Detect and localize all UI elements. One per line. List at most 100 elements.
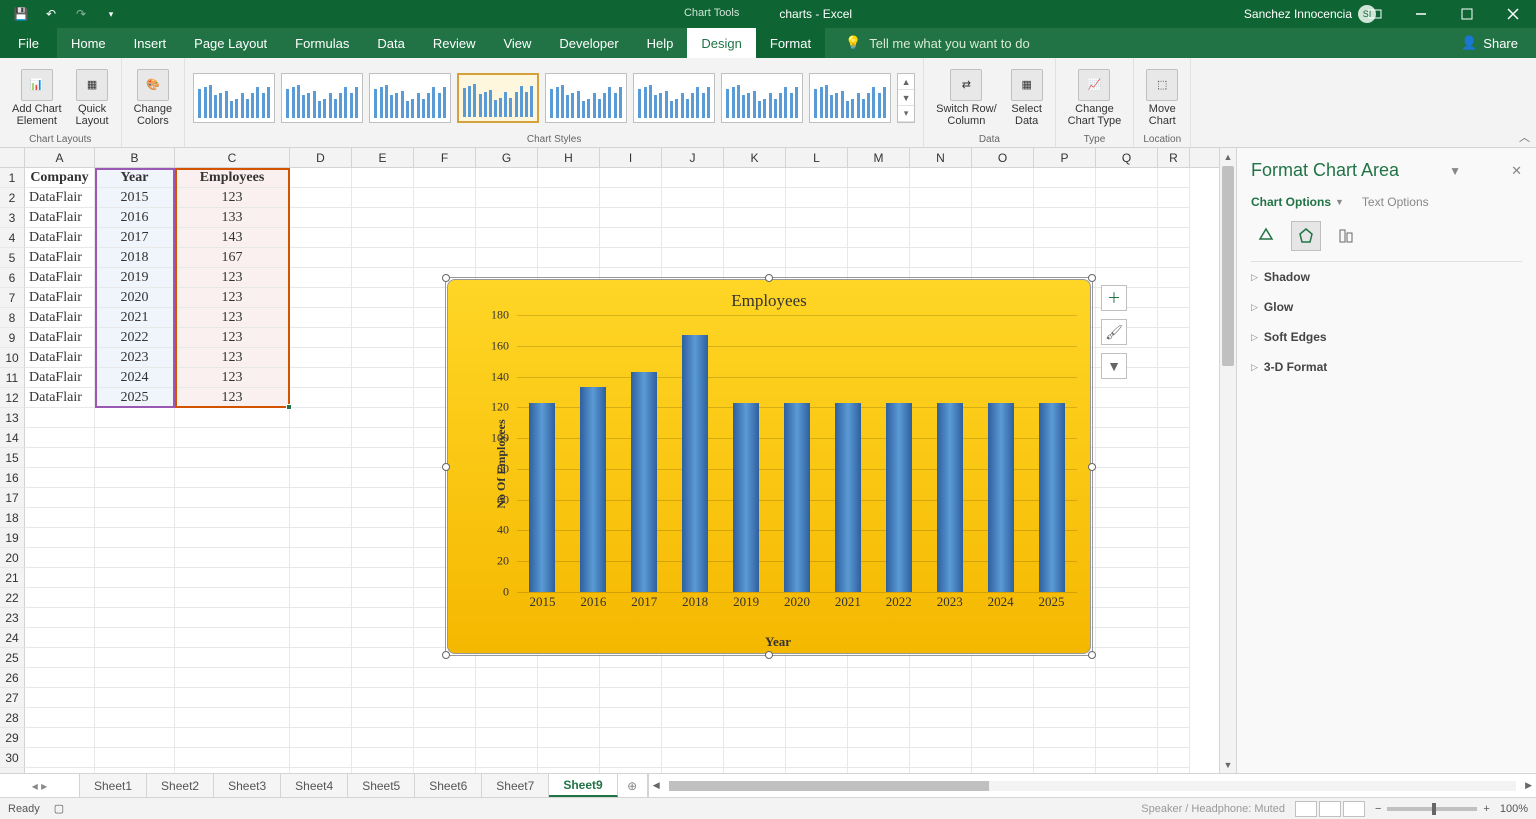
scroll-left-icon[interactable]: ◀ — [653, 780, 660, 791]
cell-B31[interactable] — [95, 768, 175, 773]
cell-R30[interactable] — [1158, 748, 1190, 768]
cell-C21[interactable] — [175, 568, 290, 588]
sheet-tab-sheet7[interactable]: Sheet7 — [482, 774, 549, 797]
cell-K28[interactable] — [724, 708, 786, 728]
sheet-tab-sheet5[interactable]: Sheet5 — [348, 774, 415, 797]
cell-D6[interactable] — [290, 268, 352, 288]
cell-B30[interactable] — [95, 748, 175, 768]
page-layout-view-button[interactable] — [1319, 801, 1341, 817]
cell-D24[interactable] — [290, 628, 352, 648]
cell-A5[interactable]: DataFlair — [25, 248, 95, 268]
cell-O28[interactable] — [972, 708, 1034, 728]
row-header-15[interactable]: 15 — [0, 448, 25, 468]
cell-C4[interactable]: 143 — [175, 228, 290, 248]
column-header-F[interactable]: F — [414, 148, 476, 167]
worksheet[interactable]: ABCDEFGHIJKLMNOPQR 1CompanyYearEmployees… — [0, 148, 1219, 773]
cell-J26[interactable] — [662, 668, 724, 688]
cell-M4[interactable] — [848, 228, 910, 248]
cell-C3[interactable]: 133 — [175, 208, 290, 228]
bar-2017[interactable] — [631, 372, 657, 592]
cell-I2[interactable] — [600, 188, 662, 208]
change-colors-button[interactable]: 🎨Change Colors — [130, 67, 177, 129]
cell-H27[interactable] — [538, 688, 600, 708]
cell-A20[interactable] — [25, 548, 95, 568]
cell-M5[interactable] — [848, 248, 910, 268]
cell-Q1[interactable] — [1096, 168, 1158, 188]
zoom-level[interactable]: 100% — [1500, 803, 1528, 815]
chart-style-4[interactable] — [457, 73, 539, 123]
cell-D29[interactable] — [290, 728, 352, 748]
cell-O1[interactable] — [972, 168, 1034, 188]
row-header-9[interactable]: 9 — [0, 328, 25, 348]
cell-M30[interactable] — [848, 748, 910, 768]
cell-G29[interactable] — [476, 728, 538, 748]
vertical-scrollbar[interactable]: ▲ ▼ — [1219, 148, 1236, 773]
cell-I28[interactable] — [600, 708, 662, 728]
cell-E30[interactable] — [352, 748, 414, 768]
cell-E15[interactable] — [352, 448, 414, 468]
cell-A31[interactable] — [25, 768, 95, 773]
row-header-6[interactable]: 6 — [0, 268, 25, 288]
cell-B5[interactable]: 2018 — [95, 248, 175, 268]
cell-D25[interactable] — [290, 648, 352, 668]
chart-style-2[interactable] — [281, 73, 363, 123]
chart-style-7[interactable] — [721, 73, 803, 123]
close-icon[interactable] — [1490, 0, 1536, 28]
cell-R31[interactable] — [1158, 768, 1190, 773]
cell-A15[interactable] — [25, 448, 95, 468]
cell-A3[interactable]: DataFlair — [25, 208, 95, 228]
cell-P30[interactable] — [1034, 748, 1096, 768]
cell-J4[interactable] — [662, 228, 724, 248]
x-axis[interactable]: 2015201620172018201920202021202220232024… — [517, 594, 1077, 612]
chart-styles-button[interactable]: 🖌 — [1101, 319, 1127, 345]
cell-P3[interactable] — [1034, 208, 1096, 228]
column-header-O[interactable]: O — [972, 148, 1034, 167]
soft-edges-section[interactable]: ▷Soft Edges — [1251, 322, 1522, 352]
bar-2024[interactable] — [988, 403, 1014, 592]
cell-Q29[interactable] — [1096, 728, 1158, 748]
size-properties-icon[interactable] — [1331, 221, 1361, 251]
y-axis[interactable]: 020406080100120140160180 — [479, 315, 513, 592]
quick-layout-button[interactable]: ▦Quick Layout — [72, 67, 113, 129]
cell-H26[interactable] — [538, 668, 600, 688]
cell-B7[interactable]: 2020 — [95, 288, 175, 308]
chart-style-1[interactable] — [193, 73, 275, 123]
cell-B16[interactable] — [95, 468, 175, 488]
cell-Q3[interactable] — [1096, 208, 1158, 228]
cell-M2[interactable] — [848, 188, 910, 208]
cell-N30[interactable] — [910, 748, 972, 768]
cell-O4[interactable] — [972, 228, 1034, 248]
tab-insert[interactable]: Insert — [120, 28, 181, 58]
cell-Q16[interactable] — [1096, 468, 1158, 488]
cell-M1[interactable] — [848, 168, 910, 188]
cell-R20[interactable] — [1158, 548, 1190, 568]
cell-D2[interactable] — [290, 188, 352, 208]
cell-B8[interactable]: 2021 — [95, 308, 175, 328]
cell-B11[interactable]: 2024 — [95, 368, 175, 388]
cell-I27[interactable] — [600, 688, 662, 708]
cell-N3[interactable] — [910, 208, 972, 228]
cell-R12[interactable] — [1158, 388, 1190, 408]
row-header-22[interactable]: 22 — [0, 588, 25, 608]
row-header-14[interactable]: 14 — [0, 428, 25, 448]
bar-2015[interactable] — [529, 403, 555, 592]
cell-D20[interactable] — [290, 548, 352, 568]
cell-G31[interactable] — [476, 768, 538, 773]
cell-P2[interactable] — [1034, 188, 1096, 208]
cell-B1[interactable]: Year — [95, 168, 175, 188]
cell-E8[interactable] — [352, 308, 414, 328]
cell-N26[interactable] — [910, 668, 972, 688]
cell-B6[interactable]: 2019 — [95, 268, 175, 288]
cell-E4[interactable] — [352, 228, 414, 248]
cell-F28[interactable] — [414, 708, 476, 728]
tab-developer[interactable]: Developer — [545, 28, 632, 58]
chart-filters-button[interactable]: ▼ — [1101, 353, 1127, 379]
cell-R3[interactable] — [1158, 208, 1190, 228]
cell-I4[interactable] — [600, 228, 662, 248]
select-all-cell[interactable] — [0, 148, 25, 167]
cell-C20[interactable] — [175, 548, 290, 568]
cell-D4[interactable] — [290, 228, 352, 248]
tab-help[interactable]: Help — [633, 28, 688, 58]
row-header-30[interactable]: 30 — [0, 748, 25, 768]
cell-B28[interactable] — [95, 708, 175, 728]
